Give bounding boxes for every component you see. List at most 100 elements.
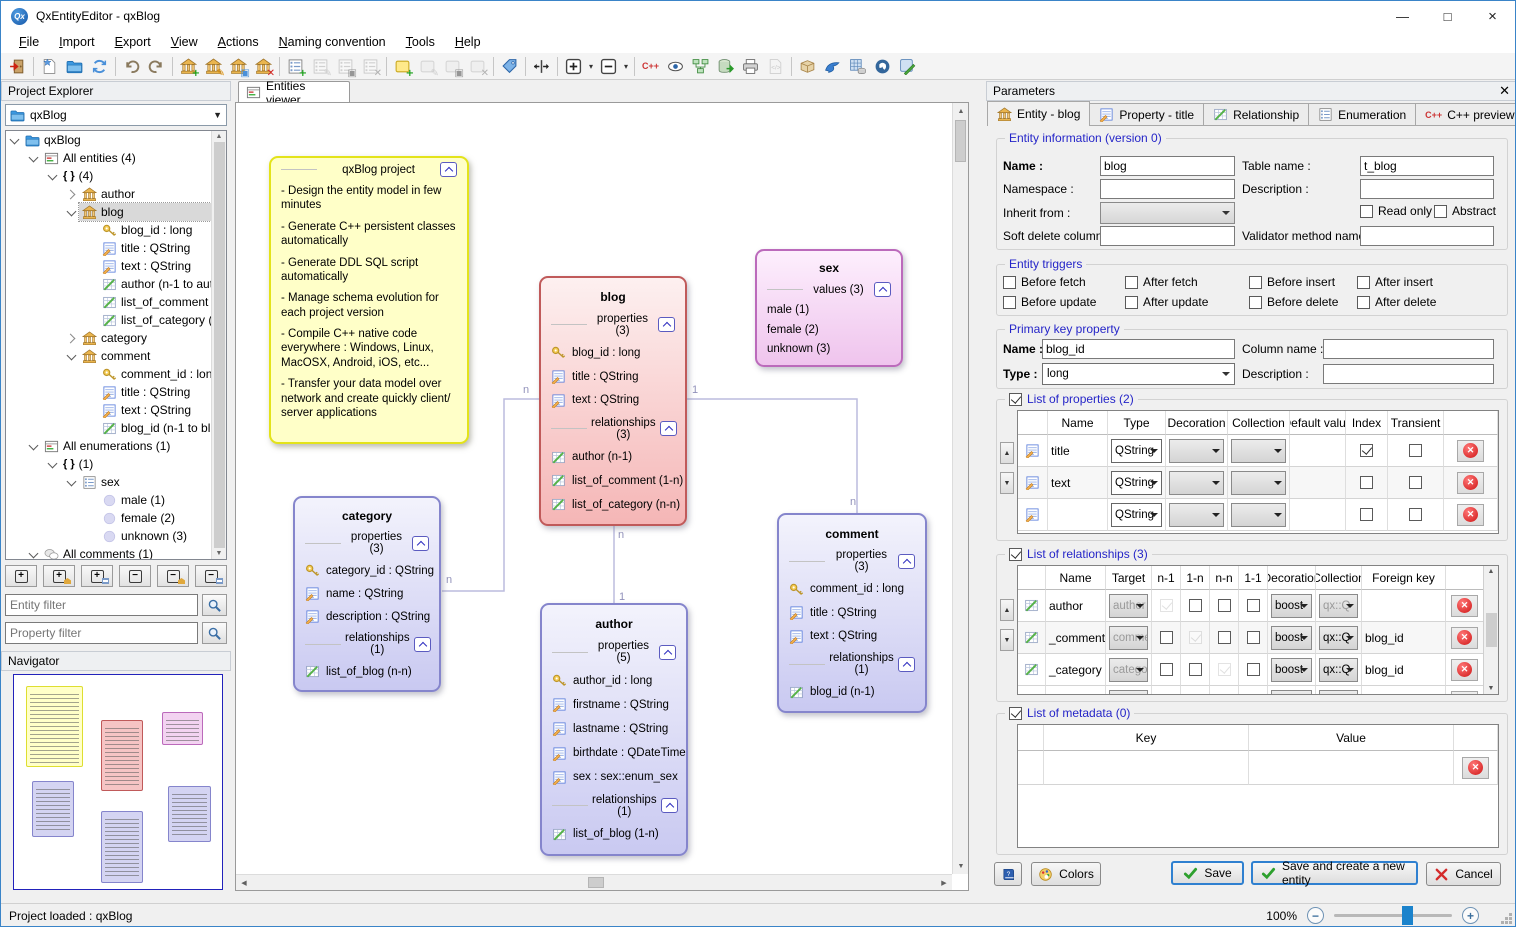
entity-filter-input[interactable] [5,594,198,616]
collection-dropdown[interactable]: qx::Q [1319,594,1358,618]
decoration-dropdown[interactable]: boost [1271,658,1312,682]
menu-import[interactable]: Import [49,33,104,51]
collapse-relationships-button[interactable] [898,657,915,672]
property-filter-input[interactable] [5,622,198,644]
collapse-note-button[interactable] [440,162,457,177]
delete-row-button[interactable]: ✕ [1457,440,1484,462]
maximize-button[interactable]: □ [1425,1,1470,31]
n-1-checkbox[interactable] [1160,631,1173,644]
property-row[interactable]: name : QString [305,586,429,601]
pk-column-field[interactable] [1323,339,1494,359]
1-n-checkbox[interactable] [1189,663,1202,676]
n-1-checkbox[interactable] [1160,663,1173,676]
undo-icon[interactable] [119,55,144,78]
delete-row-button[interactable]: ✕ [1457,472,1484,494]
menu-naming-convention[interactable]: Naming convention [269,33,396,51]
tree-item-all-comments[interactable]: All comments (1) [6,545,211,560]
postgresql-icon[interactable] [870,55,895,78]
zoom-in-button[interactable]: + [1462,907,1479,924]
help-button[interactable] [994,862,1022,886]
cancel-button[interactable]: Cancel [1426,862,1501,886]
n-1-checkbox[interactable] [1160,599,1173,612]
n-n-checkbox[interactable] [1218,663,1231,676]
target-dropdown[interactable] [1109,690,1148,696]
pk-name-field[interactable] [1042,339,1235,359]
collapse-properties-button[interactable]: − [195,565,227,587]
after-insert-checkbox[interactable]: After insert [1357,275,1433,289]
decoration-dropdown[interactable]: boost [1271,626,1312,650]
tree-item-project[interactable]: qxBlog [6,131,211,149]
foreign-key-cell[interactable] [1362,590,1446,622]
redo-icon[interactable] [144,55,169,78]
delete-row-button[interactable]: ✕ [1457,504,1484,526]
property-name-cell[interactable]: title [1048,435,1108,467]
tree-item-sex[interactable]: sex [6,473,211,491]
before-update-checkbox[interactable]: Before update [1003,295,1096,309]
enum-value-row[interactable]: male (1) [767,304,891,316]
metadata-key-cell[interactable] [1044,751,1249,785]
project-combo[interactable]: qxBlog ▼ [5,104,227,126]
transient-checkbox[interactable] [1409,508,1422,521]
delete-row-button[interactable]: ✕ [1451,691,1478,696]
entity-blog[interactable]: blog properties (3) blog_id : long title… [539,276,687,526]
relationship-row[interactable]: list_of_blog (n-n) [305,664,429,679]
zoom-out-dropdown-icon[interactable]: ▾ [621,62,631,71]
close-button[interactable]: × [1470,1,1515,31]
colors-button[interactable]: Colors [1031,862,1101,886]
navigator-minimap[interactable] [13,674,223,890]
expand-properties-button[interactable]: + [81,565,113,587]
enum-value-row[interactable]: female (2) [767,324,891,336]
display-label-icon[interactable] [497,55,522,78]
minimap-sex[interactable] [162,712,203,745]
synchronize-icon[interactable] [87,55,112,78]
tree-item-comment-text[interactable]: text : QString [6,401,211,419]
save-and-create-button[interactable]: Save and create a new entity [1251,861,1418,885]
collapse-entities-button[interactable]: − [157,565,189,587]
type-dropdown[interactable]: QString [1111,503,1162,527]
diagram-canvas[interactable]: n n 1 n n 1 qxBlog project - Design the … [236,103,952,874]
decoration-dropdown[interactable]: boost [1271,594,1312,618]
move-row-up-button[interactable]: ▲ [1000,442,1014,464]
delete-row-button[interactable]: ✕ [1451,627,1478,649]
tab-cpp-preview[interactable]: C++C++ preview [1415,103,1516,126]
collection-dropdown[interactable]: qx::Q [1319,626,1358,650]
1-n-checkbox[interactable] [1189,599,1202,612]
sqlserver-icon[interactable] [845,55,870,78]
preview-icon[interactable] [663,55,688,78]
before-delete-checkbox[interactable]: Before delete [1249,295,1338,309]
minimap-note[interactable] [26,686,83,767]
mysql-icon[interactable] [820,55,845,78]
type-dropdown[interactable]: QString [1111,439,1162,463]
tree-item-blog-text[interactable]: text : QString [6,257,211,275]
property-row[interactable]: firstname : QString [552,697,676,712]
tree-item-author[interactable]: author [6,185,211,203]
entity-filter-search-button[interactable] [202,594,227,616]
1-1-checkbox[interactable] [1247,599,1260,612]
sqlite-icon[interactable] [795,55,820,78]
property-row[interactable]: title : QString [789,605,915,620]
script-export-icon[interactable] [763,55,788,78]
tree-item-blog-title[interactable]: title : QString [6,239,211,257]
before-fetch-checkbox[interactable]: Before fetch [1003,275,1086,289]
enum-value-row[interactable]: unknown (3) [767,343,891,355]
property-row[interactable]: comment_id : long [789,582,915,597]
database-export-icon[interactable] [713,55,738,78]
minimap-author[interactable] [101,811,143,883]
move-row-up-button[interactable]: ▲ [1000,599,1014,621]
tree-scrollbar[interactable]: ▲▼ [211,131,226,559]
default-value-cell[interactable] [1290,499,1346,531]
collapse-relationships-button[interactable] [661,798,678,813]
add-enumeration-icon[interactable]: + [283,55,308,78]
collection-dropdown[interactable]: qx::Q [1319,658,1358,682]
minimap-comment[interactable] [168,786,211,842]
cpp-export-icon[interactable]: C++ [638,55,663,78]
open-project-icon[interactable] [62,55,87,78]
expand-entities-button[interactable]: + [43,565,75,587]
tab-relationship[interactable]: Relationship [1203,103,1309,126]
delete-row-button[interactable]: ✕ [1462,757,1489,779]
zoom-out-icon[interactable] [596,55,621,78]
collapse-relationships-button[interactable] [414,637,431,652]
index-checkbox[interactable] [1360,476,1373,489]
add-entity-icon[interactable]: + [176,55,201,78]
duplicate-entity-icon[interactable]: ▣ [226,55,251,78]
